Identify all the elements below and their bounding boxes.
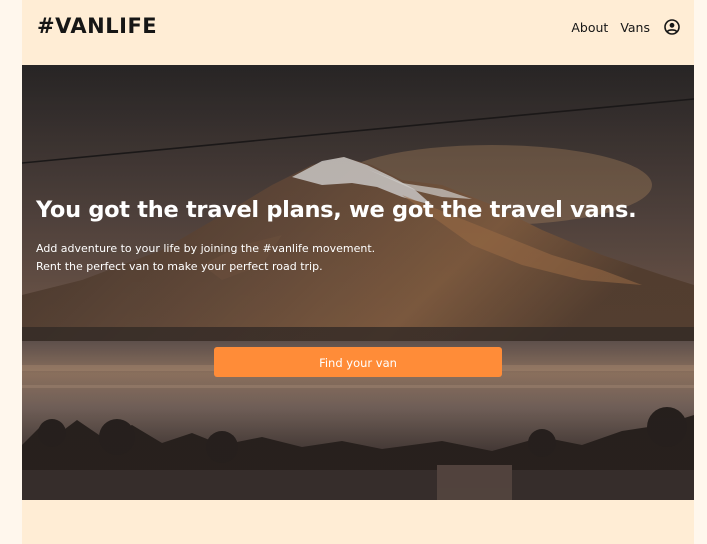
site-logo[interactable]: #VANLIFE [37,14,157,38]
user-circle-icon[interactable] [664,19,680,35]
nav-link-about[interactable]: About [571,20,608,35]
app-container: #VANLIFE About Vans You got the travel p… [22,0,694,544]
hero-background-image [22,65,694,500]
main-nav: About Vans [559,19,680,35]
hero-subtitle-line-1: Add adventure to your life by joining th… [36,242,376,255]
hero-subtitle-line-2: Rent the perfect van to make your perfec… [36,260,323,273]
find-your-van-button[interactable]: Find your van [214,347,502,377]
site-header: #VANLIFE About Vans [22,0,694,65]
hero-title: You got the travel plans, we got the tra… [36,197,637,223]
hero-subtitle: Add adventure to your life by joining th… [36,240,375,276]
hero-section: You got the travel plans, we got the tra… [22,65,694,500]
nav-link-vans[interactable]: Vans [620,20,650,35]
